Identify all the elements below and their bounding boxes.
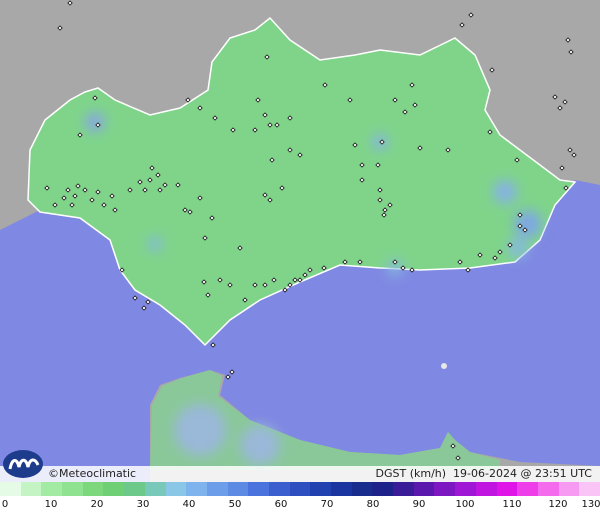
at-sign: @: [520, 467, 532, 480]
legend-tick-label: 60: [274, 499, 288, 510]
legend-tick-label: 130: [581, 499, 600, 510]
legend-swatch: [103, 482, 125, 496]
legend-swatch: [558, 482, 580, 496]
andalusia-gust-map: [0, 0, 600, 482]
legend-swatch: [475, 482, 497, 496]
legend-swatch: [517, 482, 538, 496]
legend-swatch: [144, 482, 166, 496]
legend-swatch: [537, 482, 559, 496]
legend-swatch: [496, 482, 518, 496]
legend-swatch: [413, 482, 435, 496]
meteoclimatic-logo: [3, 450, 43, 478]
date-label: 19-06-2024: [453, 467, 517, 480]
legend-swatch: [434, 482, 456, 496]
brand-label: ©Meteoclimatic: [48, 467, 137, 480]
legend-swatch: [227, 482, 249, 496]
legend-swatch: [579, 482, 600, 496]
legend-tick-label: 10: [44, 499, 58, 510]
legend-swatch: [186, 482, 207, 496]
legend-swatch: [165, 482, 187, 496]
legend-tick-label: 50: [228, 499, 242, 510]
time-label: 23:51 UTC: [534, 467, 592, 480]
legend-tick-label: 120: [548, 499, 568, 510]
legend-tick-label: 80: [366, 499, 380, 510]
legend-swatch: [248, 482, 269, 496]
alboran-island: [441, 363, 447, 369]
map-frame: ©Meteoclimatic DGST (km/h) 19-06-2024 @ …: [0, 0, 600, 517]
legend-tick-label: 70: [320, 499, 334, 510]
legend-swatch: [268, 482, 290, 496]
legend-tick-label: 0: [1, 499, 9, 510]
legend-tick-label: 90: [412, 499, 426, 510]
legend-tick-label: 100: [455, 499, 475, 510]
legend-tick-label: 30: [136, 499, 150, 510]
legend-swatch: [310, 482, 331, 496]
legend-swatch: [20, 482, 42, 496]
legend-swatch: [351, 482, 373, 496]
legend-tick-label: 20: [90, 499, 104, 510]
legend-swatch: [393, 482, 414, 496]
color-scale-bar: [0, 482, 600, 496]
legend-swatch: [82, 482, 104, 496]
color-scale-legend: 0 10 20 30 40 50 60 70 80 90 100 110 120 130: [0, 482, 600, 517]
map-meta: DGST (km/h) 19-06-2024 @ 23:51 UTC: [376, 467, 593, 480]
legend-swatch: [455, 482, 476, 496]
legend-tick-label: 110: [502, 499, 522, 510]
legend-swatch: [289, 482, 311, 496]
legend-swatch: [41, 482, 63, 496]
variable-label: DGST (km/h): [375, 467, 447, 480]
legend-swatch: [62, 482, 83, 496]
legend-swatch: [124, 482, 145, 496]
legend-swatch: [0, 482, 21, 496]
legend-swatch: [206, 482, 228, 496]
legend-swatch: [331, 482, 352, 496]
legend-swatch: [372, 482, 394, 496]
legend-tick-label: 40: [182, 499, 196, 510]
